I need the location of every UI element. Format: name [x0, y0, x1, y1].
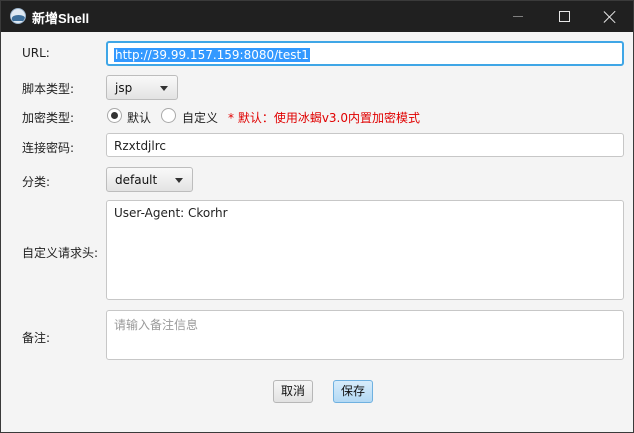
category-label: 分类:: [22, 175, 51, 189]
password-input[interactable]: Rzxtdjlrc: [106, 133, 624, 157]
minimize-icon: [513, 16, 523, 17]
password-value: Rzxtdjlrc: [114, 139, 166, 153]
notes-textarea[interactable]: 请输入备注信息: [106, 310, 624, 360]
script-type-select[interactable]: jsp: [106, 75, 178, 100]
maximize-button[interactable]: [541, 1, 587, 32]
headers-textarea[interactable]: User-Agent: Ckorhr: [106, 200, 624, 300]
encryption-hint: * 默认：使用冰蝎v3.0内置加密模式: [228, 111, 421, 125]
encryption-label: 加密类型:: [22, 111, 75, 125]
radio-custom-label[interactable]: 自定义: [182, 109, 218, 126]
maximize-icon: [558, 11, 570, 22]
title-bar[interactable]: 新增Shell: [1, 1, 633, 32]
notes-label: 备注:: [22, 331, 51, 345]
headers-label: 自定义请求头:: [22, 246, 99, 260]
app-icon: [10, 8, 26, 24]
radio-custom[interactable]: [161, 108, 176, 123]
window-title: 新增Shell: [32, 11, 90, 26]
close-icon: [604, 11, 616, 23]
script-type-value: jsp: [115, 81, 133, 95]
category-select[interactable]: default: [106, 167, 193, 192]
save-button[interactable]: 保存: [333, 380, 373, 403]
add-shell-dialog: 新增Shell URL: http://39.99.157.159:8080/t…: [0, 0, 634, 433]
url-value: http://39.99.157.159:8080/test1: [114, 48, 310, 62]
url-label: URL:: [22, 46, 50, 60]
cancel-button[interactable]: 取消: [273, 380, 313, 403]
radio-default[interactable]: [107, 108, 122, 123]
minimize-button[interactable]: [495, 1, 541, 32]
password-label: 连接密码:: [22, 141, 75, 155]
notes-placeholder: 请输入备注信息: [114, 318, 199, 332]
category-value: default: [115, 173, 158, 187]
radio-default-label[interactable]: 默认: [127, 109, 151, 126]
chevron-down-icon: [175, 178, 183, 183]
headers-value: User-Agent: Ckorhr: [114, 206, 228, 220]
chevron-down-icon: [160, 86, 168, 91]
close-button[interactable]: [587, 1, 633, 32]
script-type-label: 脚本类型:: [22, 82, 75, 96]
url-input[interactable]: http://39.99.157.159:8080/test1: [106, 41, 624, 66]
